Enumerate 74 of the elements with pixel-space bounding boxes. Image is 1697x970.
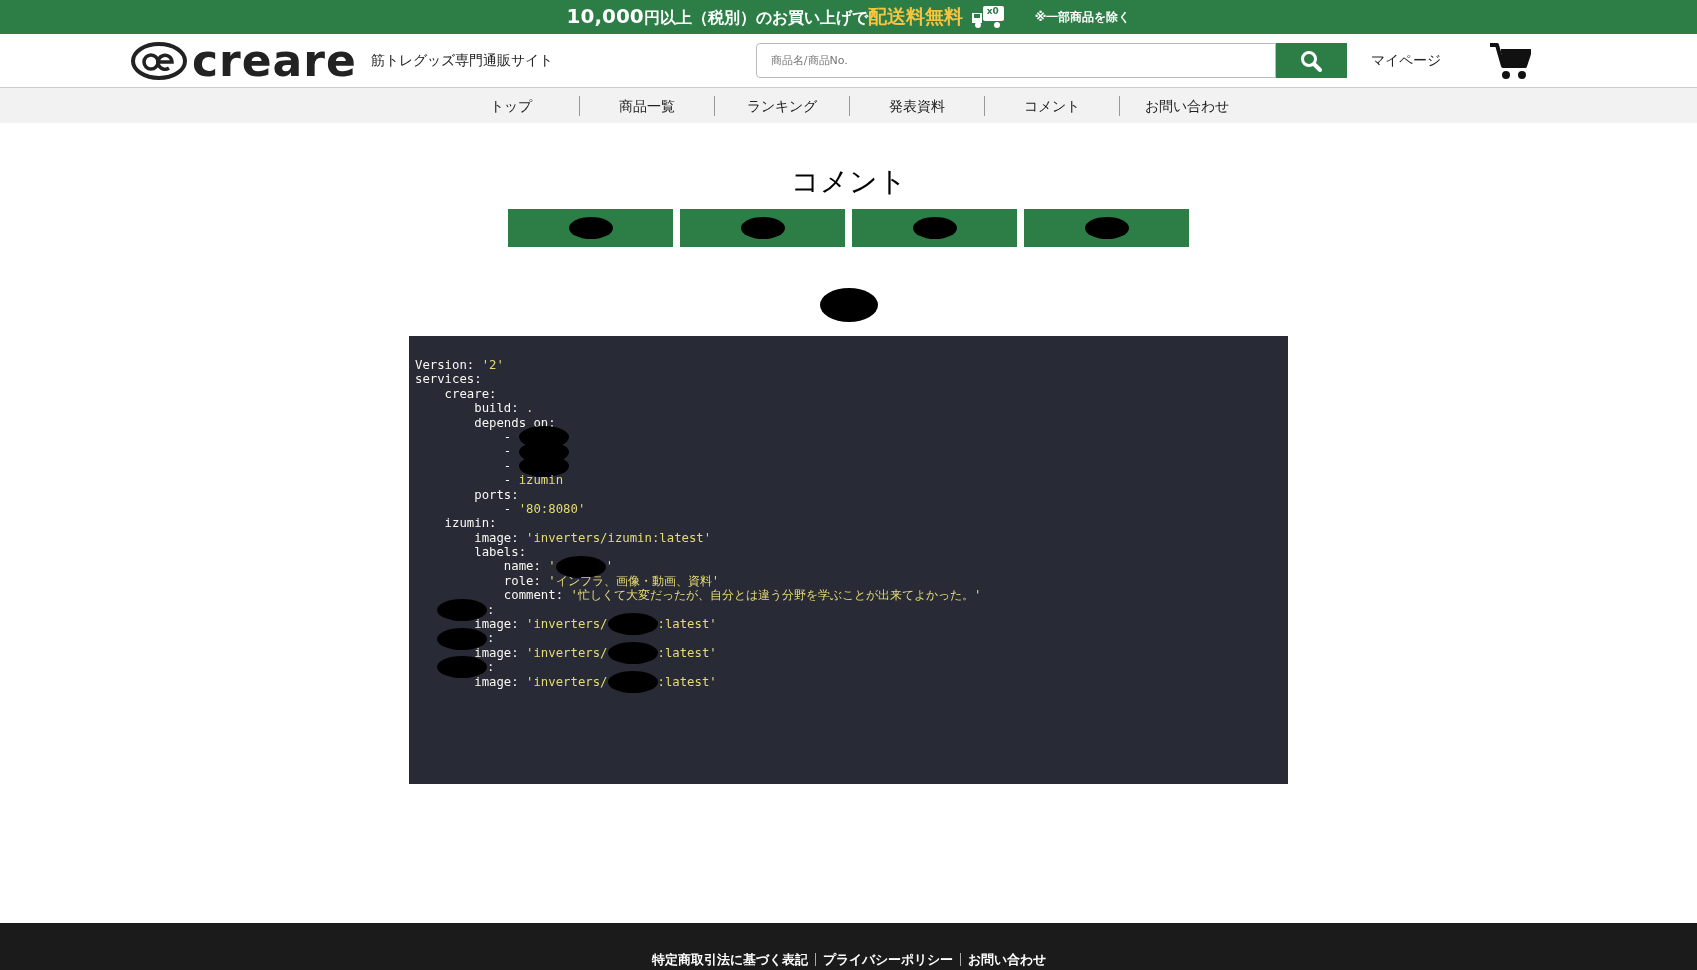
code-text: image: bbox=[473, 617, 520, 632]
redaction-mark bbox=[568, 217, 613, 239]
code-string: :latest' bbox=[657, 674, 717, 689]
code-text: ports: bbox=[473, 487, 519, 502]
redaction-mark bbox=[607, 670, 658, 693]
footer-link[interactable]: お問い合わせ bbox=[959, 953, 1053, 966]
redaction-mark bbox=[912, 217, 957, 239]
code-text: - bbox=[502, 444, 513, 459]
cart-icon[interactable] bbox=[1488, 41, 1531, 80]
code-text: image: bbox=[473, 530, 520, 546]
logo-text: creare bbox=[192, 38, 357, 83]
code-string: :latest' bbox=[657, 645, 717, 661]
promo-text: 10,000円以上（税別）のお買い上げで配送料無料 bbox=[566, 4, 963, 30]
page-title: コメント bbox=[789, 165, 908, 199]
code-text: comment: bbox=[502, 588, 565, 603]
code-text: name: bbox=[502, 559, 542, 574]
mypage-link[interactable]: マイページ bbox=[1370, 51, 1441, 70]
tab-button[interactable] bbox=[508, 209, 673, 247]
code-string: '2' bbox=[481, 358, 504, 373]
code-text: build: bbox=[473, 401, 520, 416]
code-text: izumin: bbox=[443, 516, 497, 531]
promo-note: ※一部商品を除く bbox=[1034, 8, 1131, 26]
truck-count: x0 bbox=[986, 6, 999, 16]
code-string: 'inverters/ bbox=[526, 617, 608, 632]
code-string: 'inverters/ bbox=[526, 645, 608, 661]
redaction-mark bbox=[555, 555, 606, 578]
code-string: ' bbox=[605, 559, 614, 574]
nav-item[interactable]: 商品一覧 bbox=[578, 95, 714, 116]
tab-button[interactable] bbox=[680, 209, 845, 247]
nav-item[interactable]: トップ bbox=[443, 95, 579, 116]
code-text: - bbox=[502, 458, 513, 474]
footer-link[interactable]: プライバシーポリシー bbox=[814, 953, 960, 966]
redaction-mark bbox=[607, 642, 658, 664]
code-text: : bbox=[487, 631, 495, 646]
nav-item[interactable]: コメント bbox=[983, 95, 1119, 116]
code-string: 'インフラ、画像・動画、資料' bbox=[548, 573, 720, 589]
search-button[interactable] bbox=[1275, 43, 1347, 78]
code-string: ' bbox=[548, 559, 556, 574]
code-text: depends_on: bbox=[473, 415, 556, 430]
redaction-mark bbox=[1084, 217, 1129, 239]
tagline: 筋トレグッズ専門通販サイト bbox=[370, 51, 553, 70]
code-text: role: bbox=[502, 573, 542, 589]
code-string: :latest' bbox=[657, 617, 717, 632]
tab-button[interactable] bbox=[1024, 209, 1189, 247]
code-text: : bbox=[487, 660, 495, 675]
nav-item[interactable]: 発表資料 bbox=[848, 95, 984, 116]
search-field[interactable]: 商品名/商品No. bbox=[755, 43, 1276, 78]
code-text: : bbox=[487, 602, 495, 618]
code-text: image: bbox=[473, 645, 520, 661]
code-text: - bbox=[503, 501, 512, 517]
code-text: - bbox=[503, 429, 512, 445]
code-text: image: bbox=[473, 674, 520, 689]
nav-item[interactable]: ランキング bbox=[713, 95, 849, 116]
code-string: '80:8080' bbox=[518, 501, 586, 517]
truck-icon bbox=[970, 5, 1005, 29]
code-string: 'inverters/ bbox=[526, 674, 608, 689]
code-text: services: bbox=[415, 372, 482, 387]
code-string: 'inverters/izumin:latest' bbox=[526, 530, 712, 546]
code-text: labels: bbox=[473, 545, 527, 560]
code-text: Version: bbox=[415, 358, 476, 373]
code-string: izumin bbox=[518, 473, 564, 488]
redaction-mark bbox=[437, 598, 487, 621]
code-text: creare: bbox=[443, 386, 497, 402]
code-string: . bbox=[526, 401, 534, 416]
redaction-mark bbox=[607, 613, 658, 636]
code-string: '忙しくて大変だったが、自分とは違う分野を学ぶことが出来てよかった。' bbox=[570, 588, 982, 603]
code-text: - bbox=[502, 473, 513, 488]
tab-button[interactable] bbox=[852, 209, 1017, 247]
redaction-mark bbox=[819, 288, 878, 322]
footer-link[interactable]: 特定商取引法に基づく表記 bbox=[644, 953, 815, 966]
search-icon bbox=[1300, 49, 1323, 72]
redaction-mark bbox=[740, 217, 785, 239]
nav-item[interactable]: お問い合わせ bbox=[1118, 95, 1254, 116]
logo-icon bbox=[130, 40, 188, 81]
